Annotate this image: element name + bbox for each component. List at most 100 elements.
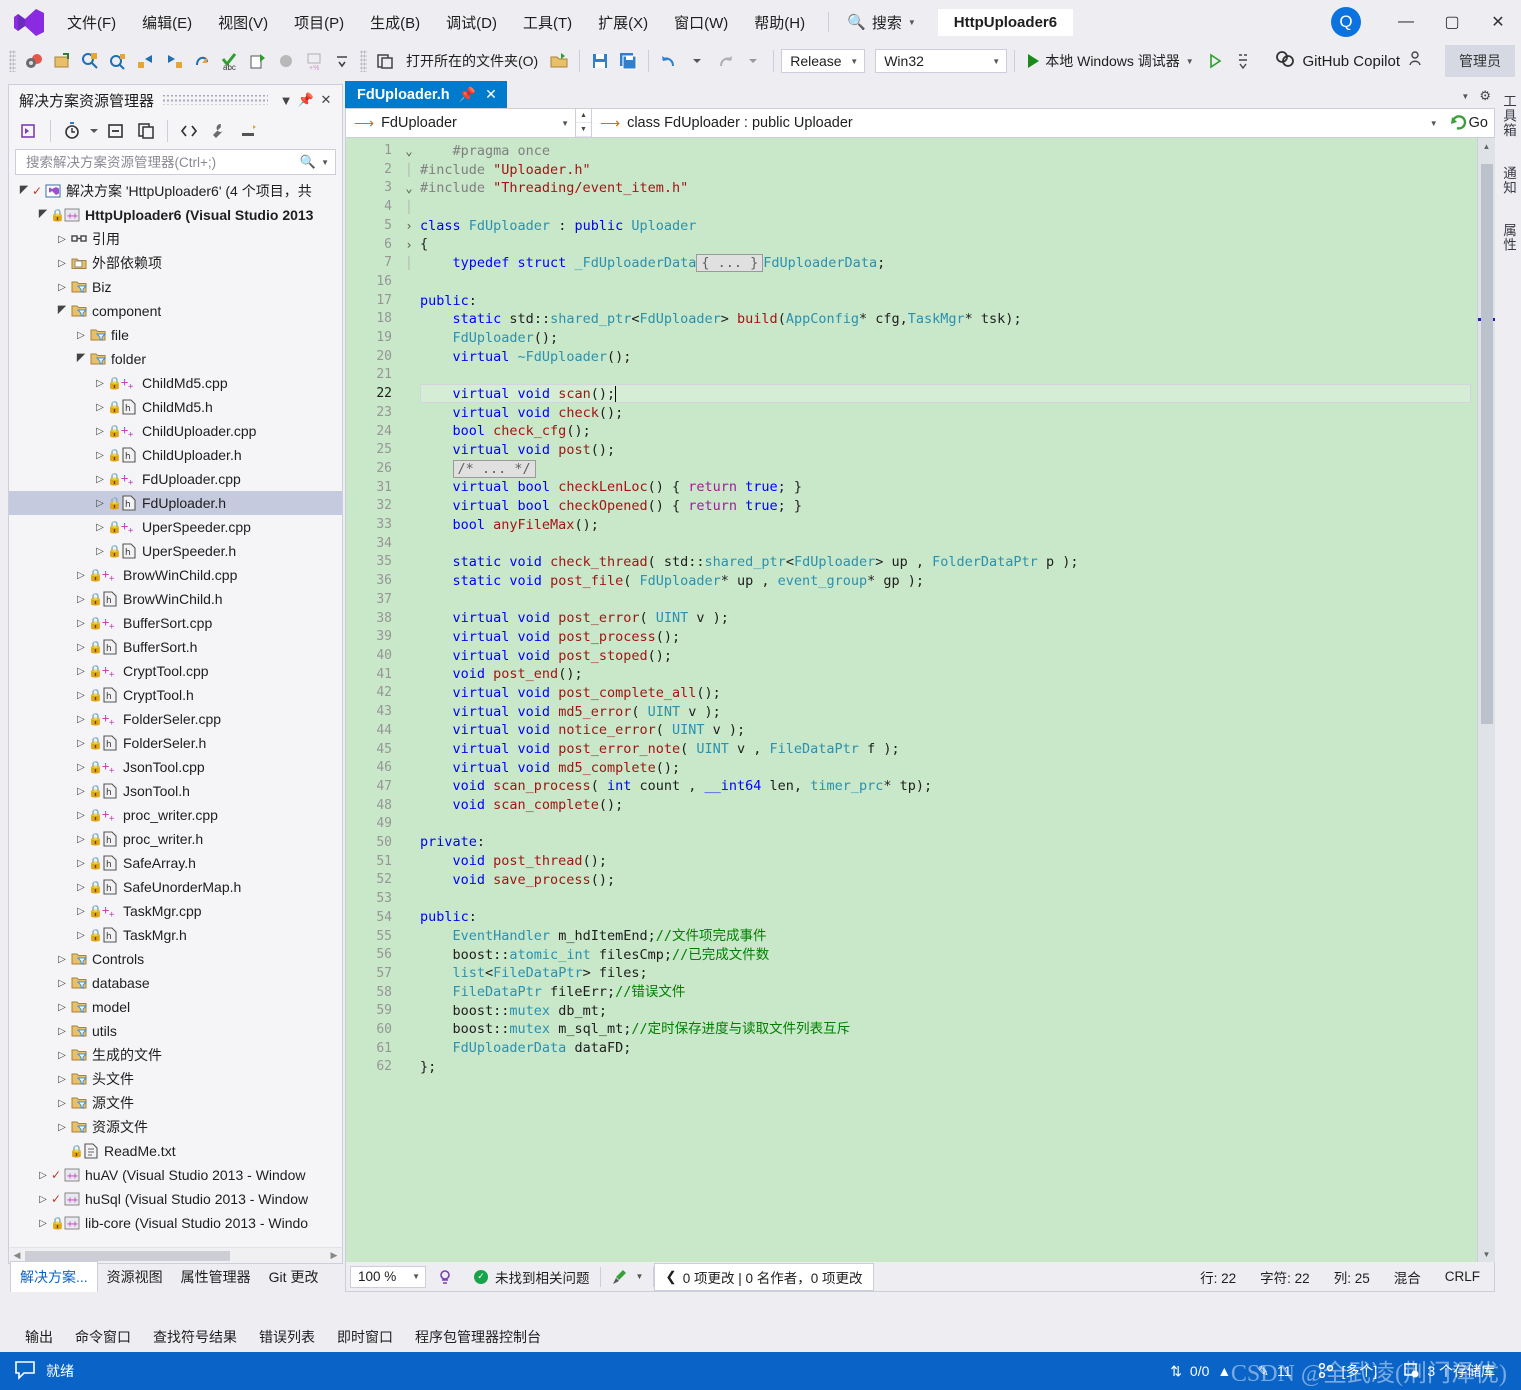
github-copilot-button[interactable]: GitHub Copilot	[1267, 47, 1433, 75]
sln-tab-2[interactable]: 属性管理器	[172, 1262, 260, 1292]
code-line[interactable]: virtual void post_complete_all();	[420, 684, 1477, 703]
expander-collapsed-icon[interactable]: ▷	[55, 256, 69, 270]
expander-collapsed-icon[interactable]: ▷	[93, 400, 107, 414]
tree-item[interactable]: ▷file	[9, 323, 342, 347]
bottom-tab-3[interactable]: 错误列表	[248, 1322, 326, 1352]
toolbar-grip-2[interactable]	[360, 50, 367, 72]
sln-tab-1[interactable]: 资源视图	[98, 1262, 172, 1292]
fold-marker[interactable]: │	[398, 254, 420, 273]
tree-item[interactable]: ◢✓解决方案 'HttpUploader6' (4 个项目，共	[9, 179, 342, 203]
scroll-left-icon[interactable]: ◀	[9, 1250, 25, 1261]
undo-navigation-icon[interactable]	[189, 48, 215, 74]
code-line[interactable]: virtual void check();	[420, 404, 1477, 423]
expander-collapsed-icon[interactable]: ▷	[74, 784, 88, 798]
zoom-out-icon[interactable]	[105, 48, 131, 74]
tree-item[interactable]: ▷model	[9, 995, 342, 1019]
tree-item[interactable]: ▷🔒++FolderSeler.cpp	[9, 707, 342, 731]
tree-item[interactable]: 🔒ReadMe.txt	[9, 1139, 342, 1163]
chevron-down-icon[interactable]: ▼	[276, 89, 296, 111]
tree-item[interactable]: ▷🔒hproc_writer.h	[9, 827, 342, 851]
account-avatar[interactable]: Q	[1331, 7, 1361, 37]
pending-changes-indicator[interactable]: ✎ 11	[1257, 1363, 1291, 1380]
code-line[interactable]: FdUploader();	[420, 329, 1477, 348]
panel-drag-handle[interactable]	[162, 95, 268, 105]
redo-dropdown-icon[interactable]	[740, 48, 766, 74]
start-debugging-button[interactable]: 本地 Windows 调试器 ▼	[1022, 48, 1200, 74]
maximize-button[interactable]: ▢	[1429, 0, 1475, 44]
solution-explorer-tabs[interactable]: 解决方案...资源视图属性管理器Git 更改	[0, 1264, 343, 1292]
bottom-tab-5[interactable]: 程序包管理器控制台	[404, 1322, 552, 1352]
fold-marker[interactable]: ⌄	[398, 179, 420, 198]
code-line[interactable]: void post_thread();	[420, 852, 1477, 871]
tree-item[interactable]: ▷🔒hBrowWinChild.h	[9, 587, 342, 611]
tree-item[interactable]: ▷Controls	[9, 947, 342, 971]
close-button[interactable]: ✕	[1475, 0, 1521, 44]
undo-dropdown-icon[interactable]	[684, 48, 710, 74]
code-line[interactable]: bool check_cfg();	[420, 422, 1477, 441]
code-line[interactable]	[420, 591, 1477, 610]
expander-expanded-icon[interactable]: ◢	[17, 184, 31, 198]
menu-tools[interactable]: 工具(T)	[510, 6, 585, 39]
code-line[interactable]: #include "Threading/event_item.h"	[420, 179, 1477, 198]
hscroll-thumb[interactable]	[25, 1251, 230, 1261]
nav-back-icon[interactable]	[133, 48, 159, 74]
chevron-down-icon[interactable]: ▼	[1461, 92, 1469, 101]
undo-icon[interactable]	[656, 48, 682, 74]
menu-project[interactable]: 项目(P)	[281, 6, 357, 39]
chevron-down-icon[interactable]	[88, 118, 100, 144]
code-cleanup-button[interactable]: ▼	[601, 1268, 654, 1286]
right-tab-1[interactable]: 通知	[1494, 160, 1521, 201]
expander-collapsed-icon[interactable]: ▷	[74, 736, 88, 750]
code-line[interactable]: virtual bool checkLenLoc() { return true…	[420, 478, 1477, 497]
code-text[interactable]: #pragma once#include "Uploader.h"#includ…	[420, 138, 1477, 1262]
scope-combo[interactable]: ⟶ FdUploader ▼	[346, 109, 576, 137]
toolbar-overflow-icon[interactable]	[329, 48, 355, 74]
right-tab-2[interactable]: 属性	[1494, 217, 1521, 258]
menu-window[interactable]: 窗口(W)	[661, 6, 741, 39]
code-line[interactable]: virtual void post_error_note( UINT v , F…	[420, 740, 1477, 759]
code-line[interactable]: class FdUploader : public Uploader	[420, 217, 1477, 236]
tree-item[interactable]: ▷头文件	[9, 1067, 342, 1091]
expander-collapsed-icon[interactable]: ▷	[93, 520, 107, 534]
branch-indicator[interactable]: [多个]	[1318, 1361, 1378, 1381]
nav-forward-icon[interactable]	[161, 48, 187, 74]
editor-vscrollbar[interactable]: ▲ ▼	[1477, 138, 1495, 1262]
save-icon[interactable]	[587, 48, 613, 74]
tree-item[interactable]: ▷🔒++FdUploader.cpp	[9, 467, 342, 491]
view-code-icon[interactable]	[175, 118, 203, 144]
search-icon[interactable]: 🔍	[300, 154, 316, 170]
start-without-debugging-icon[interactable]	[1202, 48, 1228, 74]
code-line[interactable]: virtual void md5_complete();	[420, 759, 1477, 778]
tree-item[interactable]: ▷🔒++lib-core (Visual Studio 2013 - Windo	[9, 1211, 342, 1235]
expander-collapsed-icon[interactable]: ▷	[74, 568, 88, 582]
member-combo[interactable]: ⟶ class FdUploader : public Uploader ▼	[592, 109, 1444, 137]
code-editor[interactable]: 1234567161718192021222324252631323334353…	[345, 138, 1495, 1262]
tree-item[interactable]: ◢component	[9, 299, 342, 323]
open-folder-icon[interactable]	[372, 48, 398, 74]
expander-collapsed-icon[interactable]: ▷	[74, 856, 88, 870]
sync-indicator[interactable]: ⇅ 0/0 ▲	[1170, 1363, 1231, 1380]
tree-item[interactable]: ▷🔒hChildMd5.h	[9, 395, 342, 419]
tree-item[interactable]: ▷🔒hFdUploader.h	[9, 491, 342, 515]
code-line[interactable]: public:	[420, 292, 1477, 311]
code-line[interactable]	[420, 366, 1477, 385]
code-line[interactable]: virtual void scan();	[420, 385, 1477, 404]
indent-icon[interactable]: +%	[301, 48, 327, 74]
expander-collapsed-icon[interactable]: ▷	[74, 904, 88, 918]
code-line[interactable]: boost::atomic_int filesCmp;//已完成文件数	[420, 946, 1477, 965]
show-all-files-icon[interactable]	[132, 118, 160, 144]
fold-marker[interactable]: │	[398, 198, 420, 217]
tree-item[interactable]: ▷🔒++ChildMd5.cpp	[9, 371, 342, 395]
expander-collapsed-icon[interactable]: ▷	[36, 1216, 50, 1230]
spin-down-icon[interactable]: ▼	[576, 123, 591, 137]
expander-collapsed-icon[interactable]: ▷	[55, 1000, 69, 1014]
code-line[interactable]: virtual void post_stoped();	[420, 647, 1477, 666]
tree-item[interactable]: ▷🔒++UperSpeeder.cpp	[9, 515, 342, 539]
menu-view[interactable]: 视图(V)	[205, 6, 281, 39]
menu-edit[interactable]: 编辑(E)	[129, 6, 205, 39]
tree-item[interactable]: ▷database	[9, 971, 342, 995]
expander-expanded-icon[interactable]: ◢	[55, 304, 69, 318]
scroll-right-icon[interactable]: ▶	[326, 1250, 342, 1261]
solution-platform-combo[interactable]: Win32 ▼	[875, 49, 1007, 73]
tree-item[interactable]: ◢🔒++HttpUploader6 (Visual Studio 2013	[9, 203, 342, 227]
